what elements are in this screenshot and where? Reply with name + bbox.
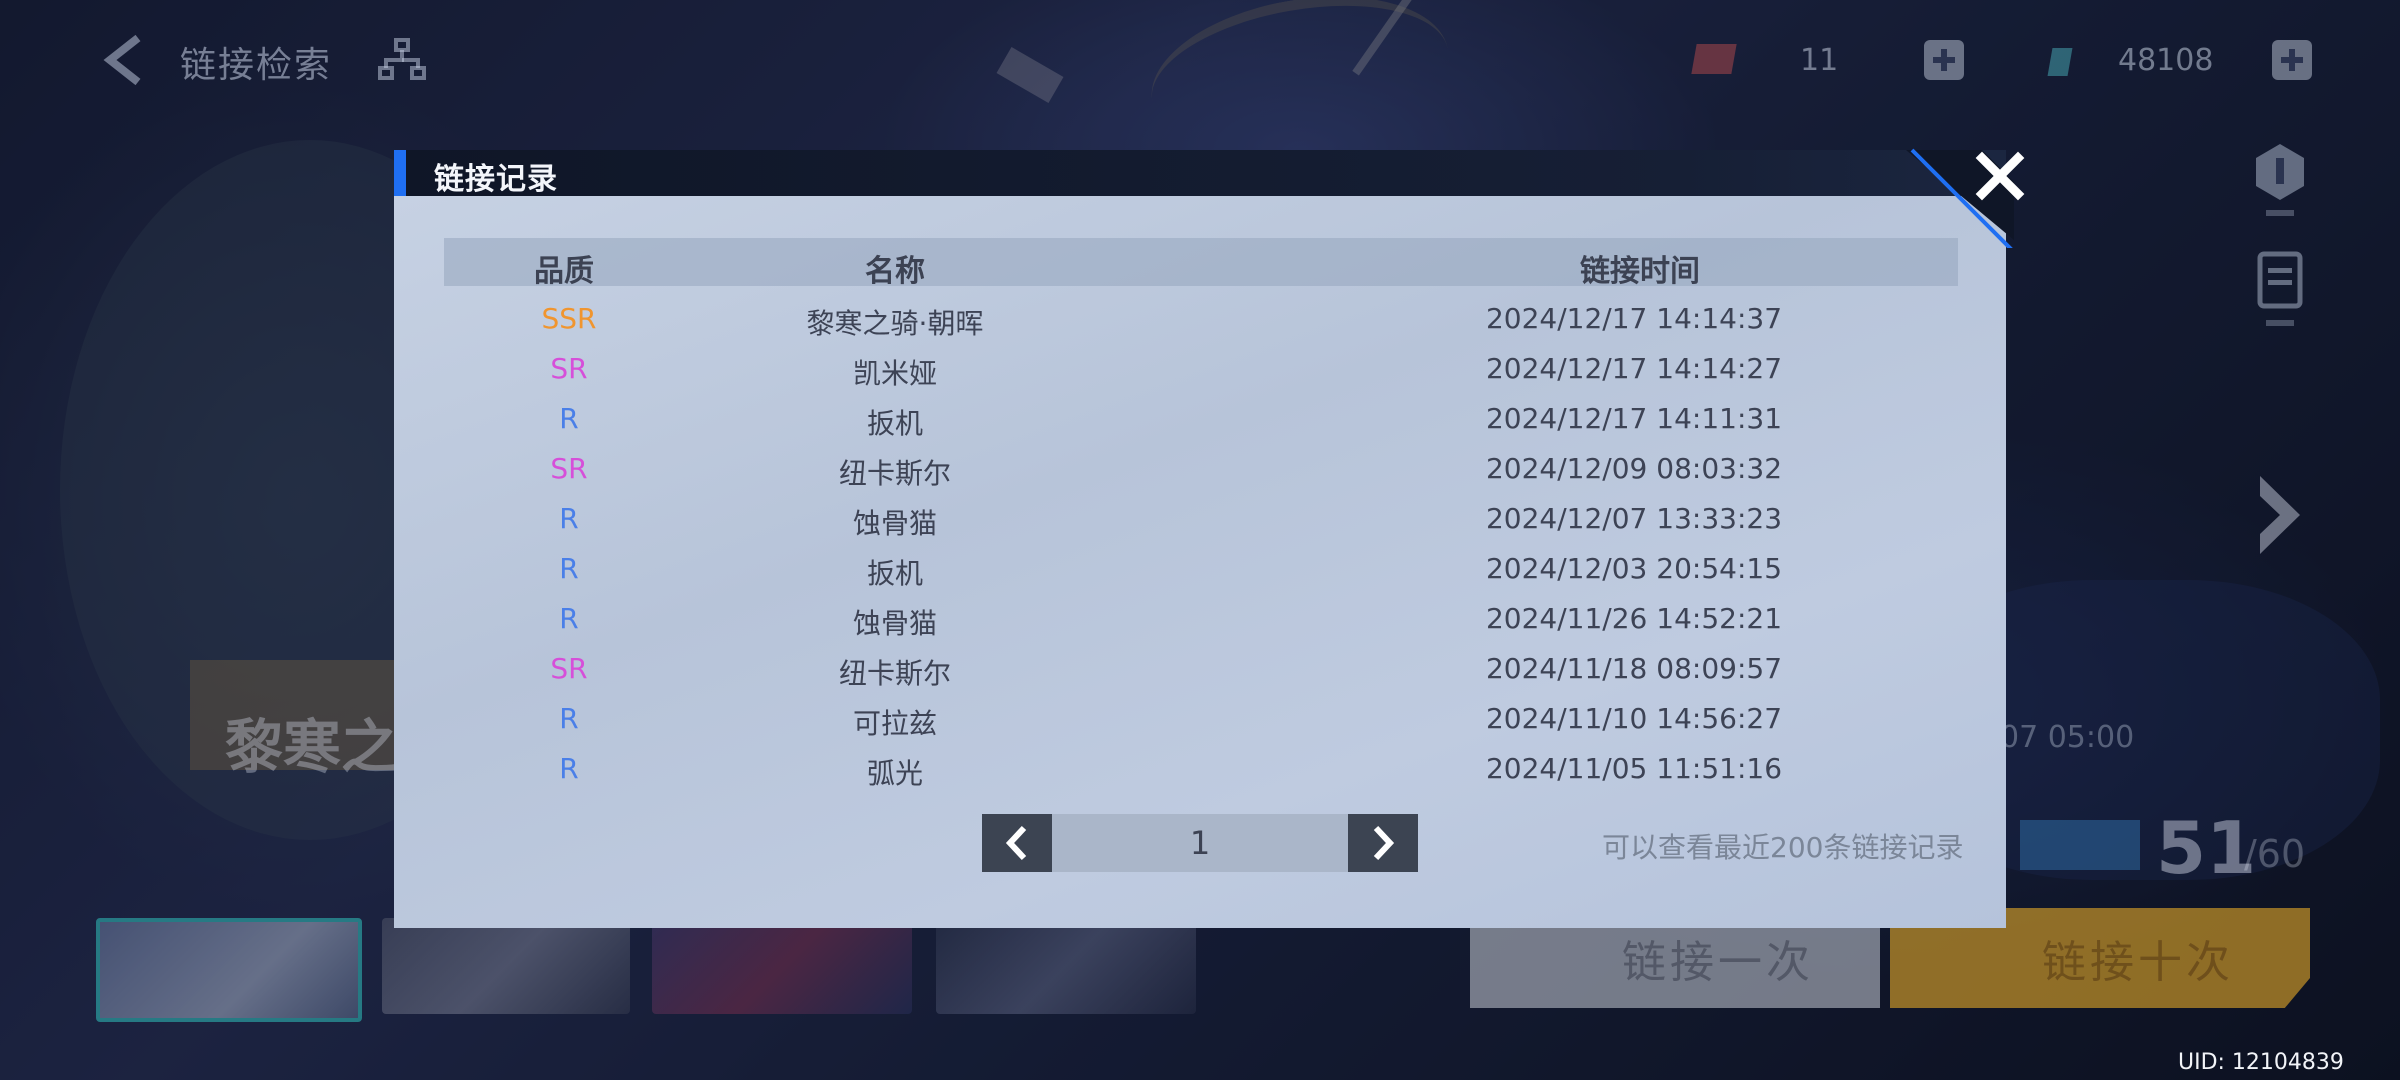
gacha-screen: 链接检索 11 48108 黎寒之 07 05:00 51 /60 链接一次 链…: [0, 0, 2400, 1080]
record-limit-note: 可以查看最近200条链接记录: [1602, 831, 1964, 864]
banner-thumb-1[interactable]: [96, 918, 362, 1022]
record-row: R 扳机 2024/12/17 14:11:31: [444, 396, 1958, 446]
record-row: R 扳机 2024/12/03 20:54:15: [444, 546, 1958, 596]
record-time: 2024/12/03 20:54:15: [1485, 552, 1783, 585]
record-row: SR 纽卡斯尔 2024/11/18 08:09:57: [444, 646, 1958, 696]
dialog-header: 链接记录: [394, 150, 2006, 197]
resource-ticket-count: 11: [1800, 42, 1839, 78]
record-name: 凯米娅: [852, 357, 938, 390]
banner-thumb-4[interactable]: [936, 918, 1196, 1014]
banner-thumb-3[interactable]: [652, 918, 912, 1014]
banner-end-date: 07 05:00: [2000, 720, 2135, 755]
record-row: R 蚀骨猫 2024/12/07 13:33:23: [444, 496, 1958, 546]
link-record-dialog: 链接记录 品质 名称 链接时间 SSR 黎寒之骑·朝晖 2024/12/17 14:…: [394, 148, 2025, 928]
next-page-button[interactable]: [1348, 814, 1418, 872]
record-quality: R: [559, 502, 579, 535]
record-quality: SR: [550, 352, 588, 385]
record-name: 纽卡斯尔: [838, 657, 952, 690]
add-ticket-button[interactable]: [1924, 40, 1964, 80]
back-icon[interactable]: [98, 32, 148, 88]
uid-label: UID: 12104839: [2178, 1050, 2344, 1075]
record-name: 黎寒之骑·朝晖: [806, 307, 984, 340]
record-quality: R: [559, 552, 579, 585]
resource-ticket-icon: [1691, 44, 1737, 74]
record-time: 2024/12/07 13:33:23: [1485, 502, 1783, 535]
record-quality: SR: [550, 452, 588, 485]
record-time: 2024/11/18 08:09:57: [1485, 652, 1783, 685]
record-quality: SSR: [541, 302, 597, 335]
record-name: 可拉兹: [852, 707, 938, 740]
record-time: 2024/11/26 14:52:21: [1485, 602, 1783, 635]
record-row: R 弧光 2024/11/05 11:51:16: [444, 746, 1958, 796]
record-time: 2024/12/17 14:11:31: [1485, 402, 1783, 435]
record-quality: SR: [550, 652, 588, 685]
header-name: 名称: [865, 254, 925, 289]
pity-count: 51: [2156, 806, 2257, 890]
record-row: R 可拉兹 2024/11/10 14:56:27: [444, 696, 1958, 746]
add-crystal-button[interactable]: [2272, 40, 2312, 80]
banner-thumb-2[interactable]: [382, 918, 630, 1014]
next-banner-icon[interactable]: [2248, 470, 2312, 560]
pity-tag: [2020, 820, 2140, 870]
pity-max: /60: [2244, 832, 2306, 876]
record-quality: R: [559, 702, 579, 735]
record-name: 扳机: [866, 407, 924, 440]
prev-page-button[interactable]: [982, 814, 1052, 872]
hierarchy-icon[interactable]: [378, 38, 426, 82]
record-name: 扳机: [866, 557, 924, 590]
resource-crystal-count: 48108: [2118, 42, 2214, 78]
header-accent: [394, 150, 406, 196]
record-row: SSR 黎寒之骑·朝晖 2024/12/17 14:14:37: [444, 296, 1958, 346]
banner-name: 黎寒之: [225, 713, 400, 781]
top-bar: 链接检索 11 48108: [0, 0, 2400, 120]
header-time: 链接时间: [1580, 254, 1700, 289]
record-name: 蚀骨猫: [852, 607, 938, 640]
record-quality: R: [559, 402, 579, 435]
table-header: 品质 名称 链接时间: [444, 238, 1958, 289]
close-icon[interactable]: [1968, 144, 2032, 208]
record-time: 2024/11/10 14:56:27: [1485, 702, 1783, 735]
record-quality: R: [559, 602, 579, 635]
record-name: 纽卡斯尔: [838, 457, 952, 490]
record-icon[interactable]: [2250, 250, 2310, 340]
info-icon[interactable]: [2250, 140, 2310, 230]
record-row: SR 凯米娅 2024/12/17 14:14:27: [444, 346, 1958, 396]
record-quality: R: [559, 752, 579, 785]
resource-crystal-icon: [2047, 48, 2073, 76]
page-indicator: 1: [1052, 814, 1348, 872]
record-time: 2024/12/17 14:14:27: [1485, 352, 1783, 385]
page-number: 1: [1189, 824, 1211, 862]
record-time: 2024/12/17 14:14:37: [1485, 302, 1783, 335]
dialog-title: 链接记录: [434, 162, 558, 197]
header-quality: 品质: [534, 254, 594, 289]
record-row: R 蚀骨猫 2024/11/26 14:52:21: [444, 596, 1958, 646]
record-row: SR 纽卡斯尔 2024/12/09 08:03:32: [444, 446, 1958, 496]
record-name: 弧光: [866, 757, 924, 790]
page-title: 链接检索: [180, 45, 333, 86]
record-time: 2024/12/09 08:03:32: [1485, 452, 1783, 485]
record-time: 2024/11/05 11:51:16: [1485, 752, 1783, 785]
record-name: 蚀骨猫: [852, 507, 938, 540]
